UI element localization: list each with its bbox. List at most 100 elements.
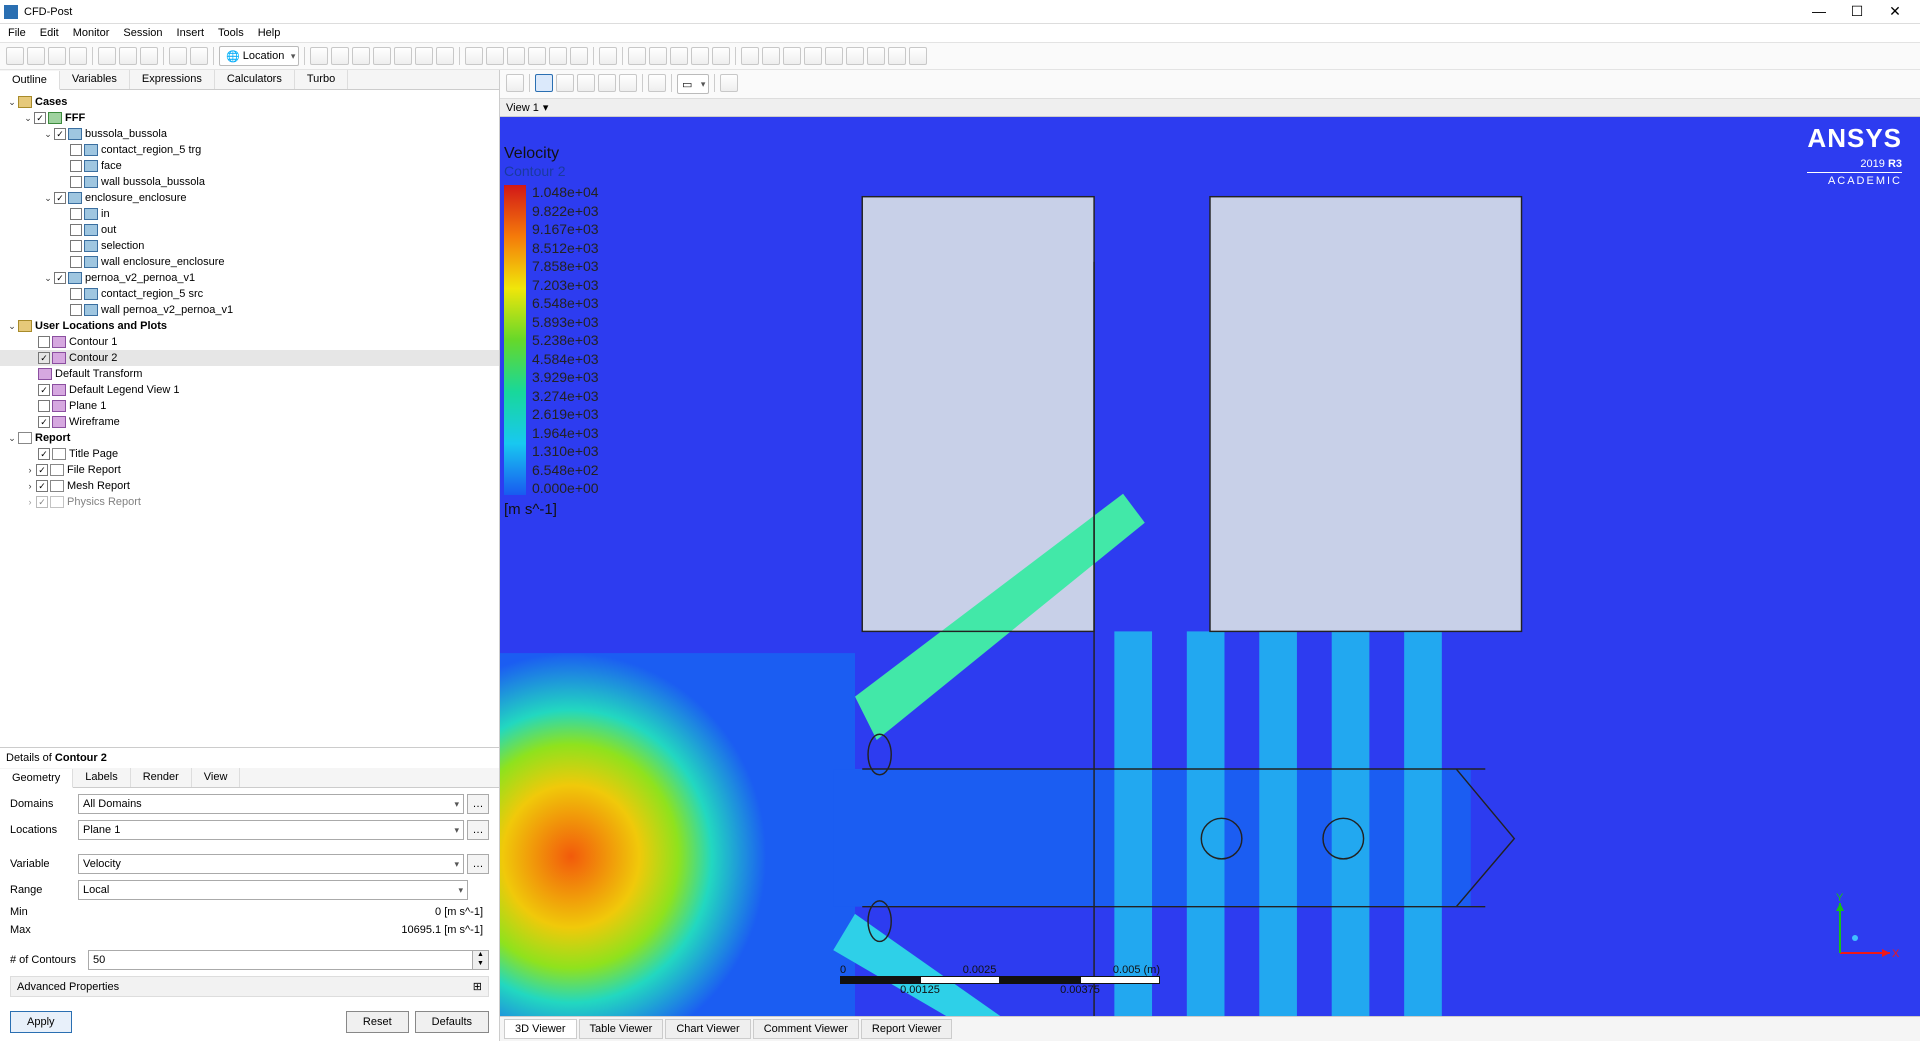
tree-bussola[interactable]: ⌄bussola_bussola xyxy=(0,126,499,142)
tree-userloc[interactable]: ⌄User Locations and Plots xyxy=(0,318,499,334)
tool-open-icon[interactable] xyxy=(6,47,24,65)
tool-variable-icon[interactable] xyxy=(628,47,646,65)
tree-contour1[interactable]: Contour 1 xyxy=(0,334,499,350)
footer-tab-table[interactable]: Table Viewer xyxy=(579,1019,664,1039)
tree-default-legend[interactable]: Default Legend View 1 xyxy=(0,382,499,398)
tool-calc-icon[interactable] xyxy=(691,47,709,65)
domains-more-button[interactable]: … xyxy=(467,794,489,814)
checkbox[interactable] xyxy=(70,256,82,268)
checkbox[interactable] xyxy=(38,448,50,460)
tree-fff[interactable]: ⌄FFF xyxy=(0,110,499,126)
menu-help[interactable]: Help xyxy=(258,27,281,39)
menu-monitor[interactable]: Monitor xyxy=(73,27,110,39)
tab-geometry[interactable]: Geometry xyxy=(0,769,73,788)
reset-button[interactable]: Reset xyxy=(346,1011,409,1033)
tool-volume-icon[interactable] xyxy=(394,47,412,65)
footer-tab-comment[interactable]: Comment Viewer xyxy=(753,1019,859,1039)
tree-plane1[interactable]: Plane 1 xyxy=(0,398,499,414)
vt-fit-icon[interactable] xyxy=(619,74,637,92)
tool-contour-icon[interactable] xyxy=(331,47,349,65)
checkbox[interactable] xyxy=(36,480,48,492)
tree-report-item[interactable]: ›File Report xyxy=(0,462,499,478)
tree-item[interactable]: out xyxy=(0,222,499,238)
tree-item[interactable]: wall pernoa_v2_pernoa_v1 xyxy=(0,302,499,318)
tool-stop-icon[interactable] xyxy=(888,47,906,65)
maximize-button[interactable]: ☐ xyxy=(1844,3,1870,20)
tool-comment-icon[interactable] xyxy=(528,47,546,65)
tab-view[interactable]: View xyxy=(192,768,241,787)
vt-select-icon[interactable] xyxy=(506,74,524,92)
checkbox[interactable] xyxy=(70,176,82,188)
tree-report-item[interactable]: ›Mesh Report xyxy=(0,478,499,494)
checkbox[interactable] xyxy=(38,400,50,412)
tool-timestep-icon[interactable] xyxy=(762,47,780,65)
locations-select[interactable]: Plane 1 xyxy=(78,820,464,840)
tree-item[interactable]: contact_region_5 src xyxy=(0,286,499,302)
vt-rotate-icon[interactable] xyxy=(535,74,553,92)
tree-enclosure[interactable]: ⌄enclosure_enclosure xyxy=(0,190,499,206)
tree-item[interactable]: wall enclosure_enclosure xyxy=(0,254,499,270)
checkbox[interactable] xyxy=(54,272,66,284)
tool-timer-icon[interactable] xyxy=(741,47,759,65)
tree-item[interactable]: selection xyxy=(0,238,499,254)
tool-streamline-icon[interactable] xyxy=(352,47,370,65)
vt-zoombox-icon[interactable] xyxy=(598,74,616,92)
checkbox[interactable] xyxy=(70,240,82,252)
tab-labels[interactable]: Labels xyxy=(73,768,130,787)
locations-more-button[interactable]: … xyxy=(467,820,489,840)
tool-macro-icon[interactable] xyxy=(670,47,688,65)
checkbox[interactable] xyxy=(70,160,82,172)
checkbox[interactable] xyxy=(70,208,82,220)
tab-outline[interactable]: Outline xyxy=(0,71,60,90)
tool-sync-icon[interactable] xyxy=(846,47,864,65)
tree-item[interactable]: contact_region_5 trg xyxy=(0,142,499,158)
checkbox[interactable] xyxy=(70,288,82,300)
view-tab-1[interactable]: View 1 ▾ xyxy=(506,101,548,114)
tool-edit-icon[interactable] xyxy=(804,47,822,65)
tool-turbo-icon[interactable] xyxy=(712,47,730,65)
footer-tab-chart[interactable]: Chart Viewer xyxy=(665,1019,750,1039)
tree-pernoa[interactable]: ⌄pernoa_v2_pernoa_v1 xyxy=(0,270,499,286)
tool-clock-icon[interactable] xyxy=(140,47,158,65)
checkbox[interactable] xyxy=(34,112,46,124)
tab-expressions[interactable]: Expressions xyxy=(130,70,215,89)
menu-edit[interactable]: Edit xyxy=(40,27,59,39)
menu-tools[interactable]: Tools xyxy=(218,27,244,39)
location-dropdown[interactable]: 🌐 Location xyxy=(219,46,299,66)
tool-legend-icon[interactable] xyxy=(465,47,483,65)
tool-probe-icon[interactable] xyxy=(783,47,801,65)
tree-contour2[interactable]: Contour 2 xyxy=(0,350,499,366)
checkbox[interactable] xyxy=(38,336,50,348)
variable-more-button[interactable]: … xyxy=(467,854,489,874)
checkbox[interactable] xyxy=(36,464,48,476)
checkbox[interactable] xyxy=(38,352,50,364)
minimize-button[interactable]: — xyxy=(1806,3,1832,20)
tool-vector-icon[interactable] xyxy=(310,47,328,65)
tool-saveas-icon[interactable] xyxy=(48,47,66,65)
tree-report-item[interactable]: Title Page xyxy=(0,446,499,462)
tool-chart-icon[interactable] xyxy=(486,47,504,65)
defaults-button[interactable]: Defaults xyxy=(415,1011,489,1033)
tool-redo-icon[interactable] xyxy=(190,47,208,65)
tool-figures-icon[interactable] xyxy=(549,47,567,65)
tool-reload-icon[interactable] xyxy=(69,47,87,65)
tab-render[interactable]: Render xyxy=(131,768,192,787)
tool-animate-icon[interactable] xyxy=(119,47,137,65)
contours-spinner[interactable]: ▲▼ xyxy=(473,950,489,970)
close-button[interactable]: ✕ xyxy=(1882,3,1908,20)
tree-item[interactable]: in xyxy=(0,206,499,222)
tool-expr-icon[interactable] xyxy=(649,47,667,65)
advanced-properties-toggle[interactable]: Advanced Properties⊞ xyxy=(10,976,489,997)
tool-save-icon[interactable] xyxy=(27,47,45,65)
vt-pan-icon[interactable] xyxy=(556,74,574,92)
tool-export-icon[interactable] xyxy=(909,47,927,65)
domains-select[interactable]: All Domains xyxy=(78,794,464,814)
tab-variables[interactable]: Variables xyxy=(60,70,130,89)
tool-fx-icon[interactable] xyxy=(599,47,617,65)
tool-snap-icon[interactable] xyxy=(98,47,116,65)
footer-tab-3d[interactable]: 3D Viewer xyxy=(504,1019,577,1039)
tool-undo-icon[interactable] xyxy=(169,47,187,65)
menu-insert[interactable]: Insert xyxy=(177,27,205,39)
checkbox[interactable] xyxy=(70,224,82,236)
tool-mesh-icon[interactable] xyxy=(867,47,885,65)
